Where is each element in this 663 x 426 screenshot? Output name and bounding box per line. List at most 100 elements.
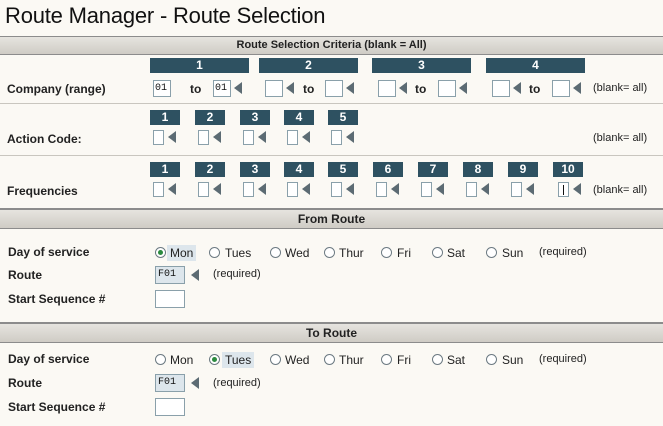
from-day-fri-radio[interactable] [381,247,392,258]
frequency-1-arrow-icon[interactable] [168,183,176,195]
from-day-sat-radio[interactable] [432,247,443,258]
action-code-4-arrow-icon[interactable] [302,131,310,143]
from-day-label: Day of service [8,245,90,259]
frequency-10-input[interactable] [558,182,569,197]
to-day-sat-label[interactable]: Sat [444,352,468,368]
to-day-tues-radio[interactable] [209,354,220,365]
to-day-wed-radio[interactable] [270,354,281,365]
to-day-thur-label[interactable]: Thur [336,352,367,368]
company-3-to-arrow-icon[interactable] [459,82,467,94]
company-2-from-input[interactable] [265,80,283,97]
from-day-sun-label[interactable]: Sun [499,245,526,261]
frequency-1-input[interactable] [153,182,164,197]
action-code-2-arrow-icon[interactable] [213,131,221,143]
company-column-4-header: 4 [486,58,585,73]
from-day-sat-label[interactable]: Sat [444,245,468,261]
to-day-sun-radio[interactable] [486,354,497,365]
frequency-9-input[interactable] [511,182,522,197]
action-code-1-arrow-icon[interactable] [168,131,176,143]
to-day-sun-label[interactable]: Sun [499,352,526,368]
frequency-10-arrow-icon[interactable] [573,183,581,195]
company-4-to-input[interactable] [552,80,570,97]
action-code-5-input[interactable] [331,130,342,145]
action-code-col-1-header: 1 [150,110,180,125]
company-3-from-arrow-icon[interactable] [399,82,407,94]
company-4-to-arrow-icon[interactable] [573,82,581,94]
to-day-label: Day of service [8,352,90,366]
frequency-7-arrow-icon[interactable] [436,183,444,195]
company-column-3-header: 3 [372,58,471,73]
to-day-wed-label[interactable]: Wed [282,352,312,368]
frequency-col-9-header: 9 [508,162,538,177]
from-day-mon-label[interactable]: Mon [167,245,197,261]
frequency-2-input[interactable] [198,182,209,197]
frequency-8-arrow-icon[interactable] [481,183,489,195]
to-day-mon-label[interactable]: Mon [167,352,196,368]
action-code-hint: (blank= all) [593,132,648,144]
company-2-from-arrow-icon[interactable] [286,82,294,94]
action-code-3-input[interactable] [243,130,254,145]
action-code-3-arrow-icon[interactable] [258,131,266,143]
company-1-from-input[interactable]: 01 [153,80,171,97]
from-day-wed-label[interactable]: Wed [282,245,312,261]
action-code-4-input[interactable] [287,130,298,145]
action-code-2-input[interactable] [198,130,209,145]
from-day-thur-radio[interactable] [324,247,335,258]
from-day-mon-radio[interactable] [155,247,166,258]
from-route-input[interactable]: F01 [155,266,185,284]
from-day-fri-label[interactable]: Fri [394,245,414,261]
from-day-tues-label[interactable]: Tues [222,245,254,261]
frequency-2-arrow-icon[interactable] [213,183,221,195]
frequency-6-input[interactable] [376,182,387,197]
company-3-to-label: to [415,82,427,96]
company-2-to-arrow-icon[interactable] [346,82,354,94]
company-4-from-arrow-icon[interactable] [513,82,521,94]
to-day-fri-label[interactable]: Fri [394,352,414,368]
company-3-from-input[interactable] [378,80,396,97]
frequency-3-arrow-icon[interactable] [258,183,266,195]
to-day-mon-radio[interactable] [155,354,166,365]
from-route-lookup-arrow-icon[interactable] [191,269,199,281]
action-code-1-input[interactable] [153,130,164,145]
frequency-5-arrow-icon[interactable] [346,183,354,195]
frequency-col-2-header: 2 [195,162,225,177]
company-label: Company (range) [7,82,106,96]
action-code-col-5-header: 5 [328,110,358,125]
frequency-9-arrow-icon[interactable] [526,183,534,195]
from-start-seq-input[interactable] [155,290,185,308]
from-route-label: Route [8,268,42,282]
company-2-to-input[interactable] [325,80,343,97]
frequency-6-arrow-icon[interactable] [391,183,399,195]
frequency-4-arrow-icon[interactable] [302,183,310,195]
from-day-wed-radio[interactable] [270,247,281,258]
company-4-from-input[interactable] [492,80,510,97]
to-day-fri-radio[interactable] [381,354,392,365]
to-day-thur-radio[interactable] [324,354,335,365]
to-day-sat-radio[interactable] [432,354,443,365]
to-route-input[interactable]: F01 [155,374,185,392]
frequency-7-input[interactable] [421,182,432,197]
frequency-col-3-header: 3 [240,162,270,177]
to-start-seq-input[interactable] [155,398,185,416]
to-route-lookup-arrow-icon[interactable] [191,377,199,389]
action-code-5-arrow-icon[interactable] [346,131,354,143]
frequency-5-input[interactable] [331,182,342,197]
divider [0,155,663,156]
frequency-8-input[interactable] [466,182,477,197]
from-day-tues-radio[interactable] [209,247,220,258]
to-route-required-note: (required) [213,377,261,389]
frequency-col-10-header: 10 [553,162,583,177]
frequency-col-8-header: 8 [463,162,493,177]
frequency-col-4-header: 4 [284,162,314,177]
company-1-lookup-arrow-icon[interactable] [234,82,242,94]
from-start-seq-label: Start Sequence # [8,292,106,306]
from-day-sun-radio[interactable] [486,247,497,258]
company-3-to-input[interactable] [438,80,456,97]
frequency-3-input[interactable] [243,182,254,197]
window-title: Route Manager - Route Selection [5,3,326,28]
frequency-4-input[interactable] [287,182,298,197]
to-day-tues-label[interactable]: Tues [222,352,255,368]
company-1-to-input[interactable]: 01 [213,80,231,97]
from-day-thur-label[interactable]: Thur [336,245,367,261]
action-code-label: Action Code: [7,132,82,146]
